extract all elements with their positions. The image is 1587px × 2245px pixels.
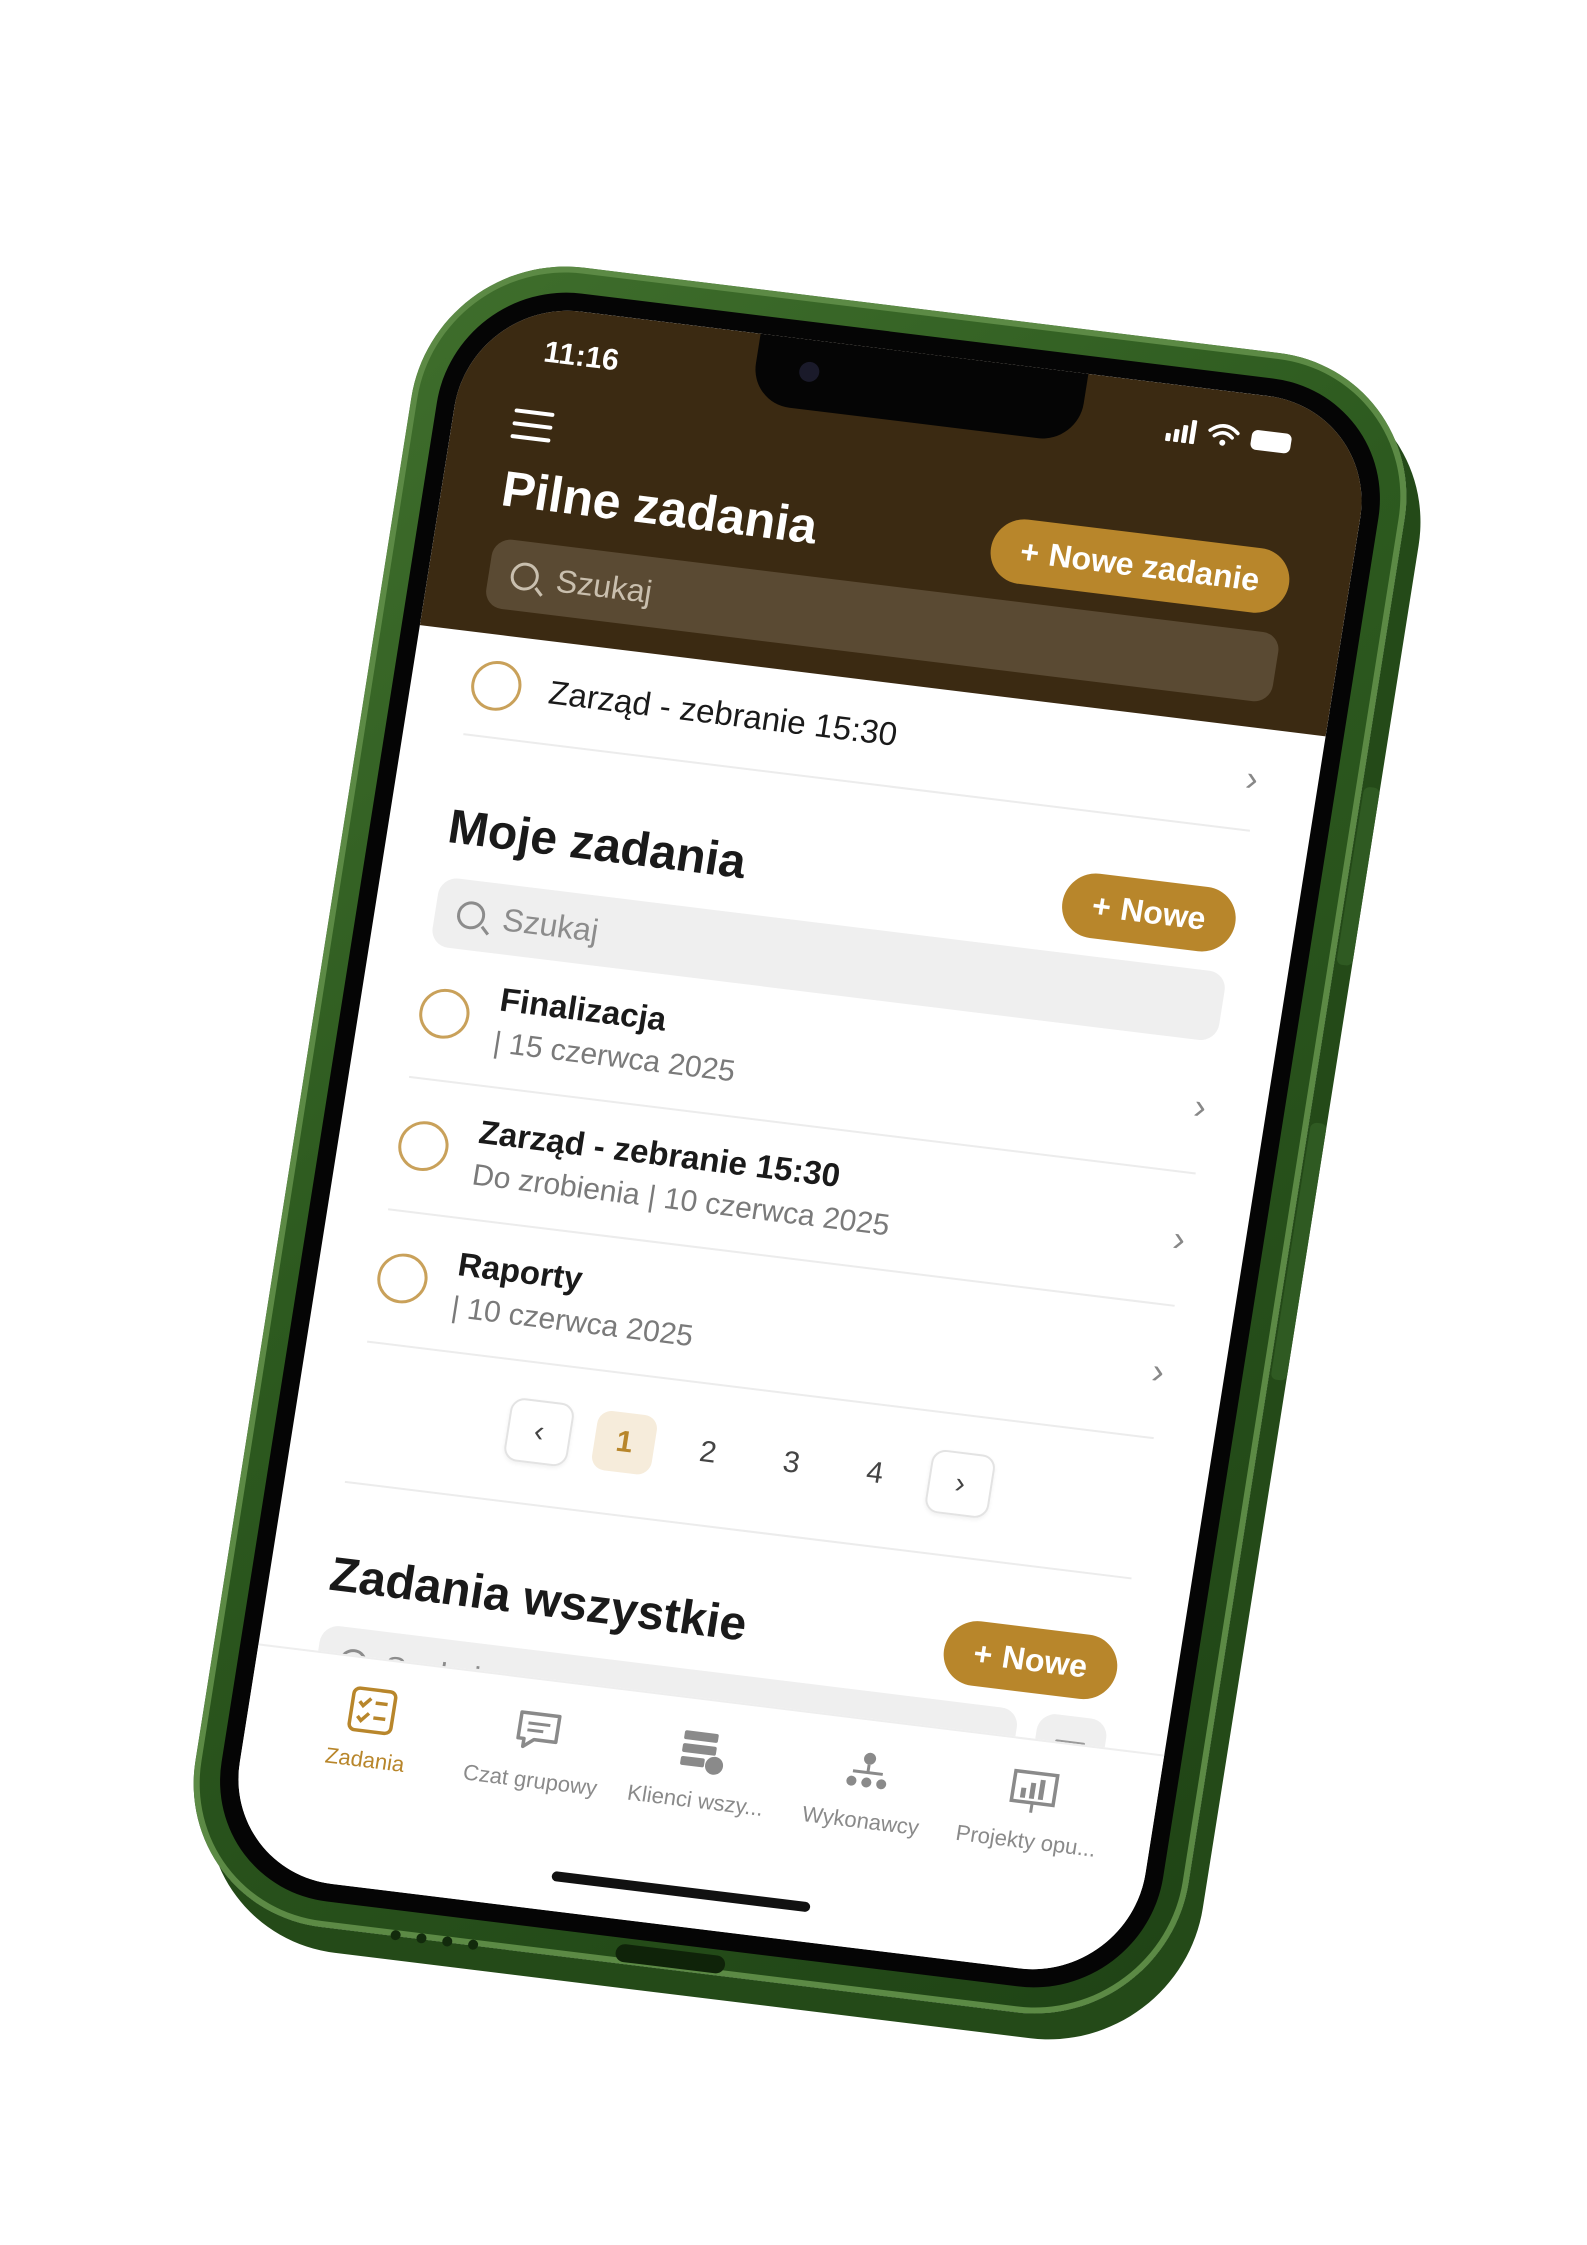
clients-icon bbox=[672, 1721, 734, 1781]
tab-label: Projekty opu... bbox=[954, 1819, 1098, 1862]
task-checkbox[interactable] bbox=[394, 1118, 453, 1174]
menu-icon[interactable] bbox=[510, 408, 555, 443]
tab-label: Wykonawcy bbox=[800, 1801, 921, 1841]
tab-label: Klienci wszy... bbox=[625, 1779, 766, 1821]
search-icon bbox=[454, 899, 488, 931]
wifi-icon bbox=[1208, 424, 1240, 446]
chevron-right-icon: › bbox=[1170, 1217, 1189, 1260]
status-time: 11:16 bbox=[541, 335, 622, 378]
stage: 11:16 Pilne zadania + Nowe zadanie Szuka… bbox=[0, 0, 1587, 2245]
new-all-task-label: Nowe bbox=[999, 1638, 1090, 1685]
urgent-title: Pilne zadania bbox=[497, 460, 822, 555]
next-page-button[interactable]: › bbox=[923, 1448, 997, 1520]
search-icon bbox=[508, 561, 541, 593]
tab-projekty[interactable]: Projekty opu... bbox=[931, 1756, 1112, 1976]
plus-icon: + bbox=[971, 1634, 996, 1673]
chat-icon bbox=[507, 1701, 569, 1761]
page-button-2[interactable]: 2 bbox=[673, 1420, 742, 1487]
tab-wykonawcy[interactable]: Wykonawcy bbox=[766, 1736, 947, 1956]
new-urgent-task-label: Nowe zadanie bbox=[1046, 536, 1263, 598]
task-checkbox[interactable] bbox=[467, 658, 526, 714]
page-button-3[interactable]: 3 bbox=[757, 1430, 826, 1497]
projects-icon bbox=[1003, 1762, 1065, 1822]
plus-icon: + bbox=[1017, 533, 1042, 571]
tab-label: Zadania bbox=[323, 1742, 407, 1777]
tasks-icon bbox=[342, 1681, 404, 1741]
page-button-4[interactable]: 4 bbox=[840, 1440, 909, 1507]
chevron-right-icon: › bbox=[1149, 1349, 1168, 1392]
camera-icon bbox=[797, 360, 821, 383]
battery-icon bbox=[1249, 429, 1293, 454]
status-icons bbox=[1164, 417, 1293, 456]
tab-label: Czat grupowy bbox=[461, 1759, 599, 1801]
chevron-right-icon: › bbox=[1243, 757, 1262, 800]
signal-icon bbox=[1164, 417, 1198, 445]
contractors-icon bbox=[837, 1742, 899, 1802]
plus-icon: + bbox=[1089, 887, 1114, 926]
page-button-1[interactable]: 1 bbox=[590, 1409, 659, 1476]
tab-zadania[interactable]: Zadania bbox=[270, 1675, 451, 1895]
task-checkbox[interactable] bbox=[415, 986, 474, 1042]
new-urgent-task-button[interactable]: + Nowe zadanie bbox=[985, 515, 1295, 617]
new-my-task-button[interactable]: + Nowe bbox=[1057, 869, 1241, 956]
prev-page-button[interactable]: ‹ bbox=[502, 1396, 576, 1468]
phone-device: 11:16 Pilne zadania + Nowe zadanie Szuka… bbox=[172, 249, 1428, 2031]
new-my-task-label: Nowe bbox=[1117, 890, 1209, 937]
chevron-right-icon: › bbox=[1191, 1085, 1210, 1128]
my-tasks-title: Moje zadania bbox=[444, 800, 750, 890]
content: Zarząd - zebranie 15:30 › Moje zadania +… bbox=[252, 625, 1326, 1797]
task-checkbox[interactable] bbox=[373, 1250, 432, 1307]
